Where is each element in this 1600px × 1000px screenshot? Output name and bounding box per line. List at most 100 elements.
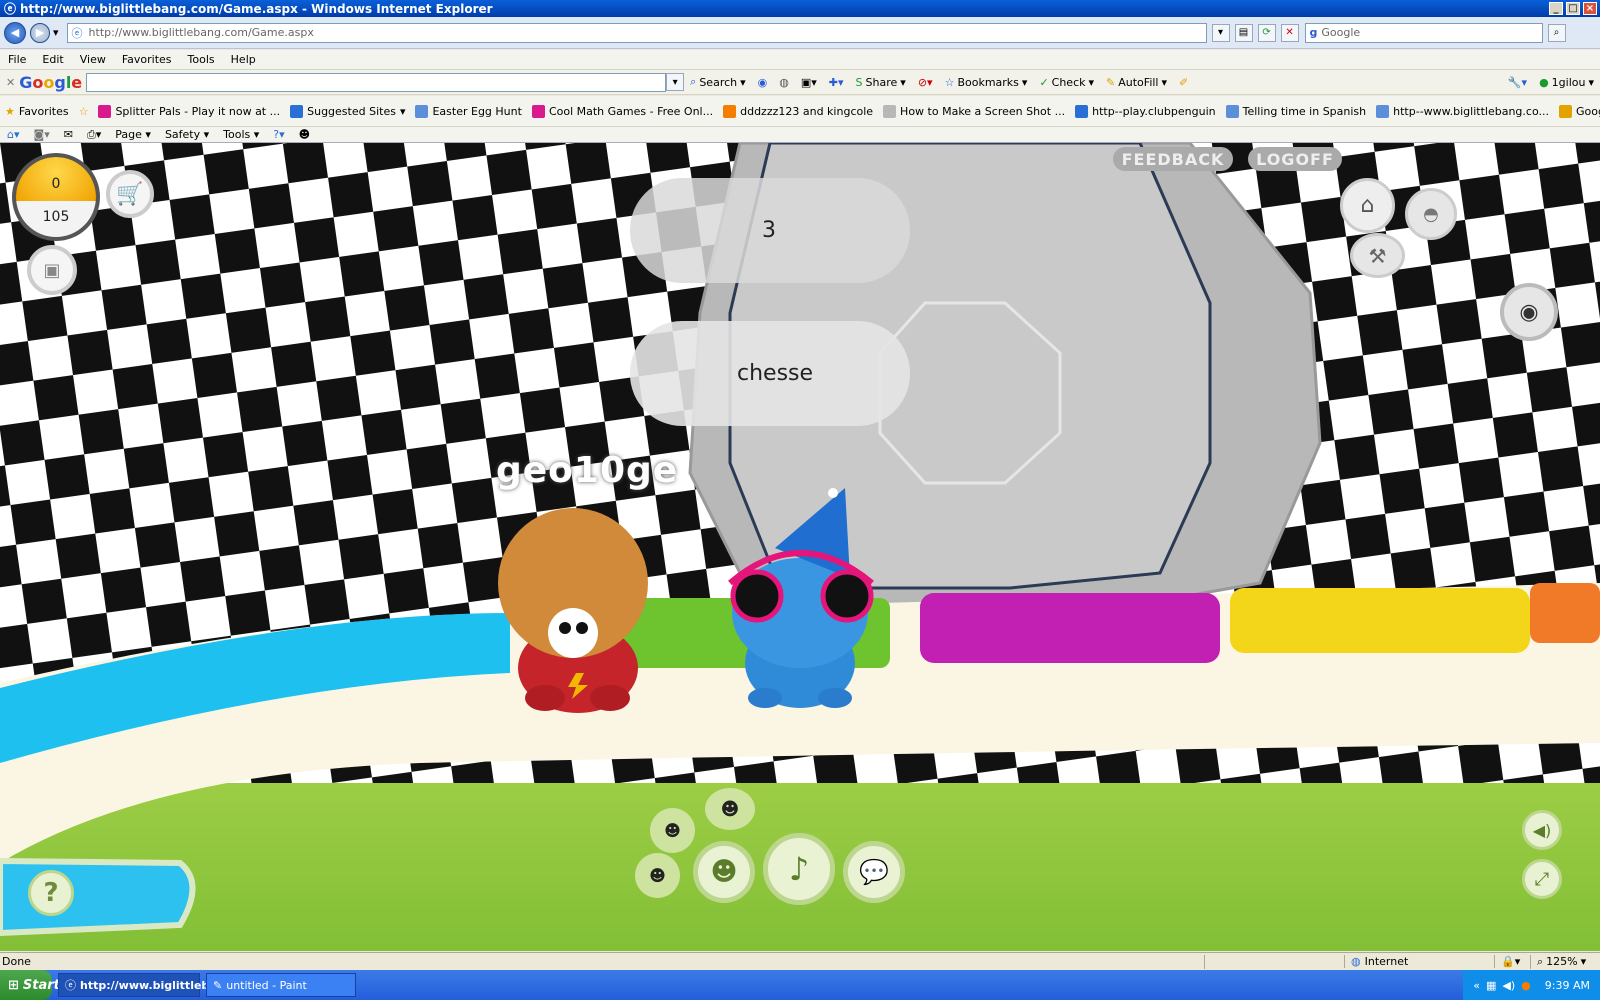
zone-label: Internet [1364,955,1409,968]
action-dock: ☻ ☻ ☻ ☻ ♪ 💬 [635,783,915,913]
maximize-button[interactable]: □ [1566,2,1580,15]
toolbar-close-icon[interactable]: ✕ [6,76,15,89]
search-go-icon[interactable]: ⌕ [1547,23,1566,42]
start-button[interactable]: ⊞ Start [0,970,60,1000]
forward-button[interactable]: ▶ [30,22,50,43]
back-button[interactable]: ◀ [4,21,26,44]
google-toolbar-input[interactable] [86,72,667,92]
toolbar-search-button[interactable]: ⌕ Search ▾ [684,75,752,89]
task-ie[interactable]: ⓔ http://www.biglittleb... [58,973,222,997]
inventory-button[interactable]: ▣ [27,245,77,295]
home-icon[interactable]: ⌂▾ [0,128,27,141]
fav-item-easter-egg-hunt[interactable]: Easter Egg Hunt [410,104,526,118]
safety-menu[interactable]: Safety ▾ [158,128,216,141]
menu-edit[interactable]: Edit [34,53,71,66]
toolbar-share-button[interactable]: S Share ▾ [850,76,912,89]
toolbar-autofill-button[interactable]: ✎ AutoFill ▾ [1100,76,1173,89]
tools-menu[interactable]: Tools ▾ [216,128,266,141]
fav-item-clubpenguin[interactable]: http--play.clubpenguin [1070,104,1221,118]
feedback-label: FEEDBACK [1121,149,1225,169]
toolbar-account-button[interactable]: ● 1gilou ▾ [1533,76,1600,89]
history-dropdown-icon[interactable]: ▾ [53,26,59,39]
toolbar-bookmarks-button[interactable]: ☆ Bookmarks ▾ [939,76,1034,89]
emote-button-low[interactable]: ☻ [635,853,680,898]
favorites-bar: ★ Favorites ☆ Splitter Pals - Play it now… [0,96,1600,127]
feeds-icon[interactable]: ◙▾ [27,128,57,141]
address-text: http://www.biglittlebang.com/Game.aspx [88,26,314,39]
fav-item-dddzzz123[interactable]: dddzzz123 and kingcole [718,104,878,118]
wardrobe-button[interactable]: ⌂ [1340,178,1395,233]
fish-button[interactable]: ◓ [1405,188,1457,240]
fav-item-telling-time[interactable]: Telling time in Spanish [1221,104,1372,118]
emote-button-top[interactable]: ☻ [705,788,755,830]
game-viewport[interactable]: 0 105 🛒 ▣ FEEDBACK LOGOFF ⌂ ⚒ ◓ ◉ 3 ches… [0,143,1600,951]
zoom-button[interactable]: ⌕ 125% ▾ [1530,954,1600,969]
compat-view-icon[interactable]: ▤ [1234,23,1253,42]
toolbar-wrench-icon[interactable]: 🔧▾ [1502,76,1533,89]
add-favorite-icon[interactable]: ☆ [74,105,94,118]
toolbar-globe-icon[interactable]: ◉ [752,76,774,89]
menu-file[interactable]: File [0,53,34,66]
close-button[interactable]: × [1583,2,1597,15]
help-icon[interactable]: ?▾ [266,128,291,141]
camera-button[interactable]: ◉ [1500,283,1558,341]
player-name: geo10ge [496,450,679,491]
toolbar-page-icon[interactable]: ▣▾ [795,76,823,89]
address-row: ◀ ▶ ▾ ⓔ http://www.biglittlebang.com/Gam… [0,17,1600,49]
chat-button[interactable]: 💬 [843,841,905,903]
globe-icon: ◍ [1351,955,1361,968]
fav-item-google-accounts[interactable]: Google Accounts [1554,104,1600,118]
tray-expand-icon[interactable]: « [1473,979,1480,992]
shop-button[interactable]: 🛒 [106,170,154,218]
hanger-icon: ⌂ [1360,193,1375,218]
toolbar-highlight-icon[interactable]: ✐ [1173,76,1194,89]
research-icon[interactable]: ☻ [292,128,317,141]
emote-button-mid[interactable]: ☻ [650,808,695,853]
fav-item-biglittlebang[interactable]: http--www.biglittlebang.co... [1371,104,1554,118]
toolbar-check-button[interactable]: ✓ Check ▾ [1033,76,1100,89]
antivirus-icon[interactable]: ● [1521,979,1531,992]
chat-bubble-2-text: chesse [737,361,814,386]
clock[interactable]: 9:39 AM [1545,979,1590,992]
toolbar-plus-icon[interactable]: ✚▾ [823,76,850,89]
refresh-icon[interactable]: ⟳ [1257,23,1276,42]
menu-tools[interactable]: Tools [180,53,223,66]
address-bar[interactable]: ⓔ http://www.biglittlebang.com/Game.aspx [66,22,1207,43]
fullscreen-button[interactable]: ⤢ [1522,859,1562,899]
menu-view[interactable]: View [72,53,114,66]
address-dropdown-button[interactable]: ▾ [1211,23,1230,42]
toolbar-popup-icon[interactable]: ⊘▾ [912,76,939,89]
google-logo: Google [19,72,83,92]
minimize-button[interactable]: _ [1549,2,1563,15]
fav-item-suggested-sites[interactable]: Suggested Sites ▾ [285,104,410,118]
tools-button[interactable]: ⚒ [1350,233,1405,278]
chat-bubble-1: 3 [762,218,776,243]
page-menu[interactable]: Page ▾ [108,128,158,141]
read-mail-icon[interactable]: ✉ [57,128,80,141]
fav-item-cool-math[interactable]: Cool Math Games - Free Onl... [527,104,718,118]
menu-help[interactable]: Help [223,53,264,66]
alien-icon: ☻ [664,821,681,840]
favorites-button[interactable]: ★ Favorites [0,105,74,118]
actions-button[interactable]: ☻ [693,841,755,903]
feedback-button[interactable]: FEEDBACK [1113,147,1233,171]
fav-item-screen-shot[interactable]: How to Make a Screen Shot ... [878,104,1070,118]
start-label: Start [22,977,60,993]
task-paint[interactable]: ✎ untitled - Paint [206,973,356,997]
music-button[interactable]: ♪ [763,833,835,905]
fav-item-splitter-pals[interactable]: Splitter Pals - Play it now at ... [93,104,285,118]
print-icon[interactable]: ⎙▾ [80,128,108,142]
menu-favorites[interactable]: Favorites [114,53,180,66]
site-icon [883,104,897,118]
volume-icon[interactable]: ◀) [1502,979,1515,992]
ie-site-icon [290,104,304,118]
network-icon[interactable]: ▦ [1486,979,1496,992]
logoff-button[interactable]: LOGOFF [1248,147,1342,171]
sound-button[interactable]: ◀) [1522,810,1562,850]
protected-mode-icon[interactable]: 🔒▾ [1494,955,1530,968]
toolbar-compass-icon[interactable]: ◍ [773,76,795,89]
help-button[interactable]: ? [28,870,74,916]
search-input[interactable]: g Google [1304,22,1543,43]
google-toolbar-dropdown[interactable]: ▾ [666,73,685,91]
stop-icon[interactable]: ✕ [1280,23,1299,42]
